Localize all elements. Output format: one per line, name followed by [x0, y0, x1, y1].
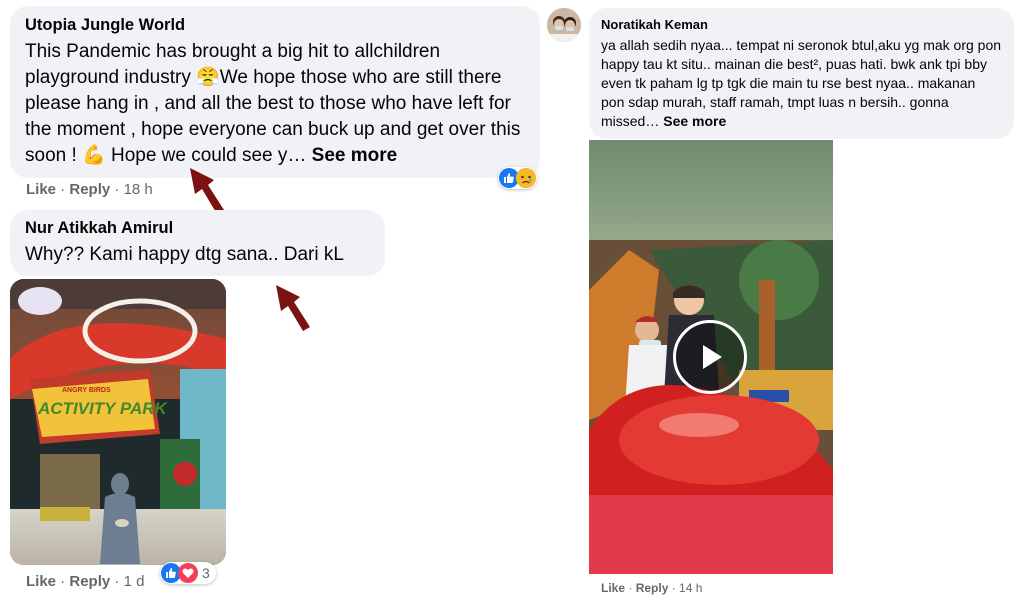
avatar-image: [547, 8, 581, 42]
see-more-link[interactable]: See more: [663, 113, 726, 129]
comment-actions: Like · Reply · 18 h: [26, 181, 153, 198]
comment-body: This Pandemic has brought a big hit to a…: [25, 41, 521, 166]
play-button[interactable]: [673, 320, 747, 394]
comment-author[interactable]: Utopia Jungle World: [25, 16, 526, 35]
annotation-arrow-icon: [190, 168, 224, 214]
sad-reaction-icon: [516, 168, 536, 188]
comment-author[interactable]: Nur Atikkah Amirul: [25, 219, 371, 238]
like-link[interactable]: Like: [601, 581, 625, 595]
timestamp[interactable]: 1 d: [124, 573, 145, 590]
like-link[interactable]: Like: [26, 181, 56, 198]
comment-actions: Like · Reply · 1 d: [26, 573, 145, 590]
annotation-arrow-icon: [276, 285, 310, 331]
comment-photo[interactable]: ANGRY BIRDS ACTIVITY PARK: [10, 279, 226, 565]
reply-link[interactable]: Reply: [69, 573, 110, 590]
comment-text: This Pandemic has brought a big hit to a…: [25, 39, 526, 169]
timestamp[interactable]: 18 h: [124, 181, 153, 198]
comment-actions: Like · Reply · 14 h: [601, 581, 703, 595]
reaction-summary[interactable]: [498, 167, 537, 189]
comment-body: ya allah sedih nyaa... tempat ni seronok…: [601, 37, 1002, 129]
avatar[interactable]: [547, 8, 581, 42]
photo-sign: ACTIVITY PARK: [37, 399, 168, 418]
activity-park-photo: ANGRY BIRDS ACTIVITY PARK: [10, 279, 226, 565]
comment-bubble-utopia: Utopia Jungle World This Pandemic has br…: [10, 6, 540, 178]
comment-body: Why?? Kami happy dtg sana.. Dari kL: [25, 244, 344, 265]
reaction-count: 3: [202, 565, 210, 581]
comment-bubble-nur: Nur Atikkah Amirul Why?? Kami happy dtg …: [10, 210, 385, 276]
like-link[interactable]: Like: [26, 573, 56, 590]
play-icon: [703, 345, 722, 369]
see-more-link[interactable]: See more: [312, 145, 398, 166]
love-reaction-icon: [178, 563, 198, 583]
comment-bubble-noratikah: Noratikah Keman ya allah sedih nyaa... t…: [589, 8, 1014, 139]
comment-text: ya allah sedih nyaa... tempat ni seronok…: [601, 36, 1001, 131]
timestamp[interactable]: 14 h: [679, 581, 702, 595]
photo-brand: ANGRY BIRDS: [62, 387, 111, 394]
reply-link[interactable]: Reply: [69, 181, 110, 198]
reply-link[interactable]: Reply: [636, 581, 669, 595]
reaction-summary[interactable]: 3: [160, 562, 216, 584]
comment-author[interactable]: Noratikah Keman: [601, 17, 1001, 32]
comment-video[interactable]: [589, 140, 833, 574]
